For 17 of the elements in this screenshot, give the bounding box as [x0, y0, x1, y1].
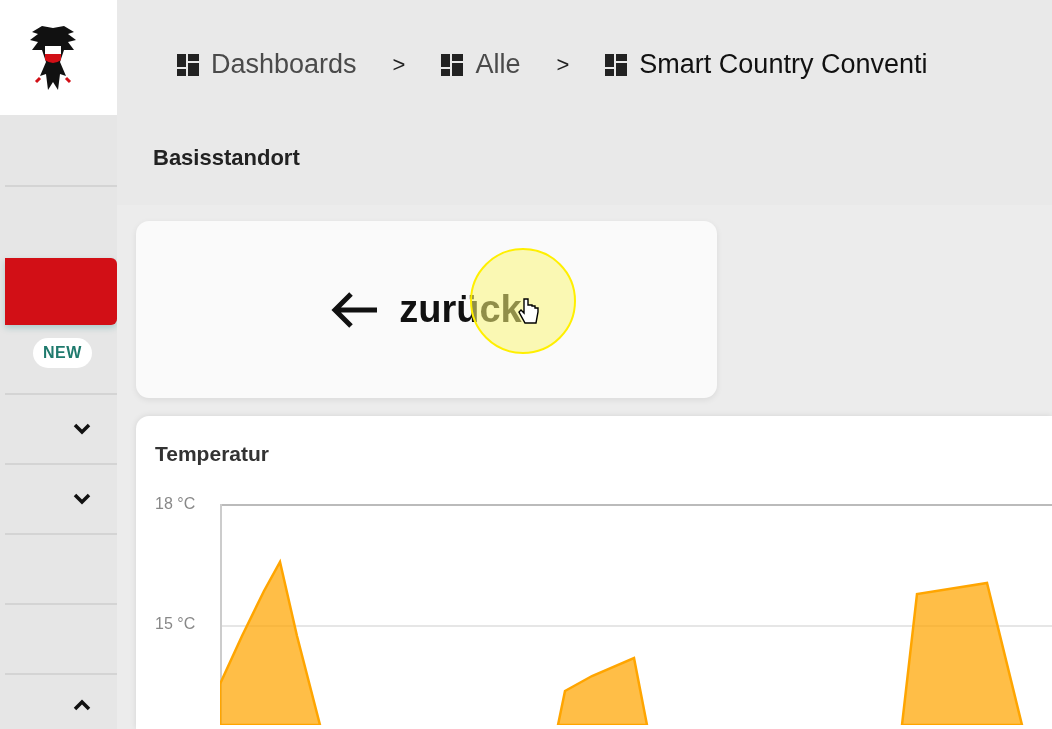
- y-axis-label: 18 °C: [155, 495, 197, 513]
- new-badge: NEW: [33, 338, 92, 368]
- page-title: Basisstandort: [153, 145, 300, 171]
- dashboard-icon: [441, 53, 464, 76]
- arrow-left-icon: [331, 290, 380, 329]
- chevron-down-icon[interactable]: [73, 493, 91, 505]
- dashboard-icon: [177, 53, 199, 76]
- breadcrumb-link[interactable]: Dashboards: [177, 49, 357, 80]
- chart-title: Temperatur: [155, 442, 270, 466]
- breadcrumb-link[interactable]: Alle: [441, 49, 521, 80]
- chevron-up-icon[interactable]: [73, 699, 91, 711]
- breadcrumb-link[interactable]: Smart Country Conventi: [605, 49, 928, 80]
- y-axis-label: 15 °C: [155, 615, 197, 633]
- breadcrumb-separator: >: [556, 51, 570, 78]
- breadcrumb-separator: >: [392, 51, 406, 78]
- dashboard-icon: [605, 53, 628, 76]
- chevron-down-icon[interactable]: [73, 423, 91, 435]
